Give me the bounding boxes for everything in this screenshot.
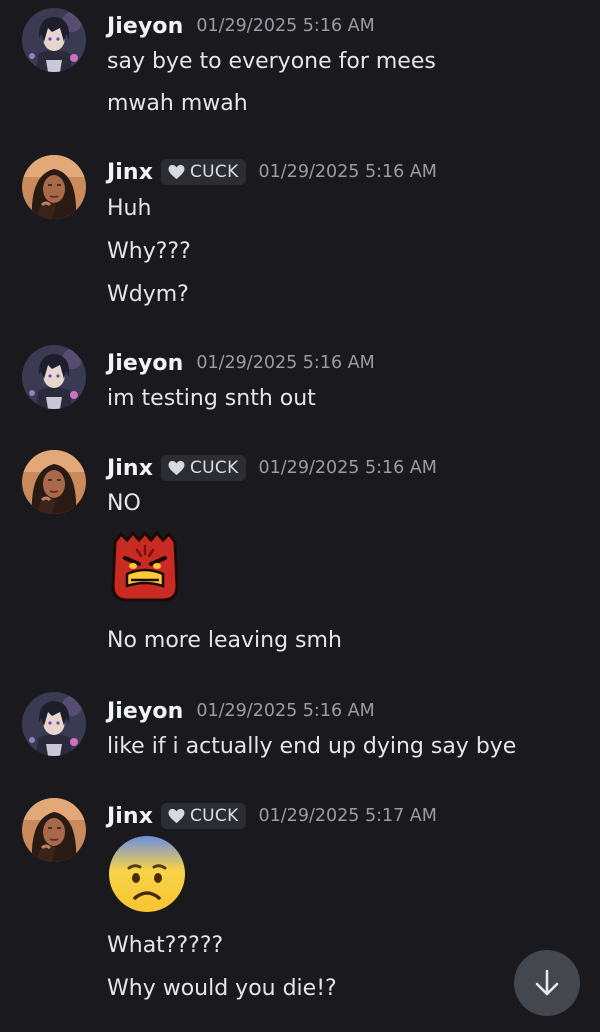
- username[interactable]: Jieyon: [107, 14, 183, 39]
- message-text: Huh: [107, 196, 152, 221]
- message-text: im testing snth out: [107, 386, 316, 411]
- message-text: Why???: [107, 239, 191, 264]
- message-header: Jieyon 01/29/2025 5:16 AM: [107, 347, 375, 379]
- guild-tag[interactable]: CUCK: [160, 803, 246, 829]
- message-text: What?????: [107, 933, 224, 958]
- message-header: Jinx CUCK 01/29/2025 5:16 AM: [107, 156, 437, 188]
- timestamp: 01/29/2025 5:16 AM: [196, 16, 375, 36]
- timestamp: 01/29/2025 5:16 AM: [196, 701, 375, 721]
- message-text: No more leaving smh: [107, 628, 342, 653]
- tag-label: CUCK: [189, 458, 239, 478]
- jump-to-bottom-button[interactable]: [514, 950, 580, 1016]
- portrait-avatar-icon[interactable]: [22, 450, 86, 514]
- username[interactable]: Jinx: [107, 160, 153, 185]
- message-header: Jieyon 01/29/2025 5:16 AM: [107, 695, 375, 727]
- timestamp: 01/29/2025 5:16 AM: [258, 162, 437, 182]
- username[interactable]: Jinx: [107, 804, 153, 829]
- username[interactable]: Jinx: [107, 456, 153, 481]
- portrait-avatar-icon[interactable]: [22, 155, 86, 219]
- message-text: mwah mwah: [107, 91, 248, 116]
- tag-label: CUCK: [189, 162, 239, 182]
- arrow-down-icon: [535, 969, 559, 996]
- angry-red-bag-emoji[interactable]: [107, 528, 183, 608]
- message-header: Jinx CUCK 01/29/2025 5:16 AM: [107, 452, 437, 484]
- timestamp: 01/29/2025 5:16 AM: [258, 458, 437, 478]
- anime-avatar-icon[interactable]: [22, 345, 86, 409]
- message-header: Jieyon 01/29/2025 5:16 AM: [107, 10, 375, 42]
- heart-icon: [167, 164, 186, 180]
- message-text: Why would you die!?: [107, 976, 337, 1001]
- guild-tag[interactable]: CUCK: [160, 455, 246, 481]
- message-header: Jinx CUCK 01/29/2025 5:17 AM: [107, 800, 437, 832]
- tag-label: CUCK: [189, 806, 239, 826]
- anime-avatar-icon[interactable]: [22, 8, 86, 72]
- guild-tag[interactable]: CUCK: [160, 159, 246, 185]
- message-text: Wdym?: [107, 282, 189, 307]
- message-text: like if i actually end up dying say bye: [107, 734, 517, 759]
- heart-icon: [167, 808, 186, 824]
- timestamp: 01/29/2025 5:16 AM: [196, 353, 375, 373]
- username[interactable]: Jieyon: [107, 699, 183, 724]
- message-text: NO: [107, 491, 141, 516]
- heart-icon: [167, 460, 186, 476]
- username[interactable]: Jieyon: [107, 351, 183, 376]
- message-text: say bye to everyone for mees: [107, 49, 436, 74]
- timestamp: 01/29/2025 5:17 AM: [258, 806, 437, 826]
- portrait-avatar-icon[interactable]: [22, 798, 86, 862]
- anime-avatar-icon[interactable]: [22, 692, 86, 756]
- anxious-face-emoji[interactable]: [107, 834, 187, 918]
